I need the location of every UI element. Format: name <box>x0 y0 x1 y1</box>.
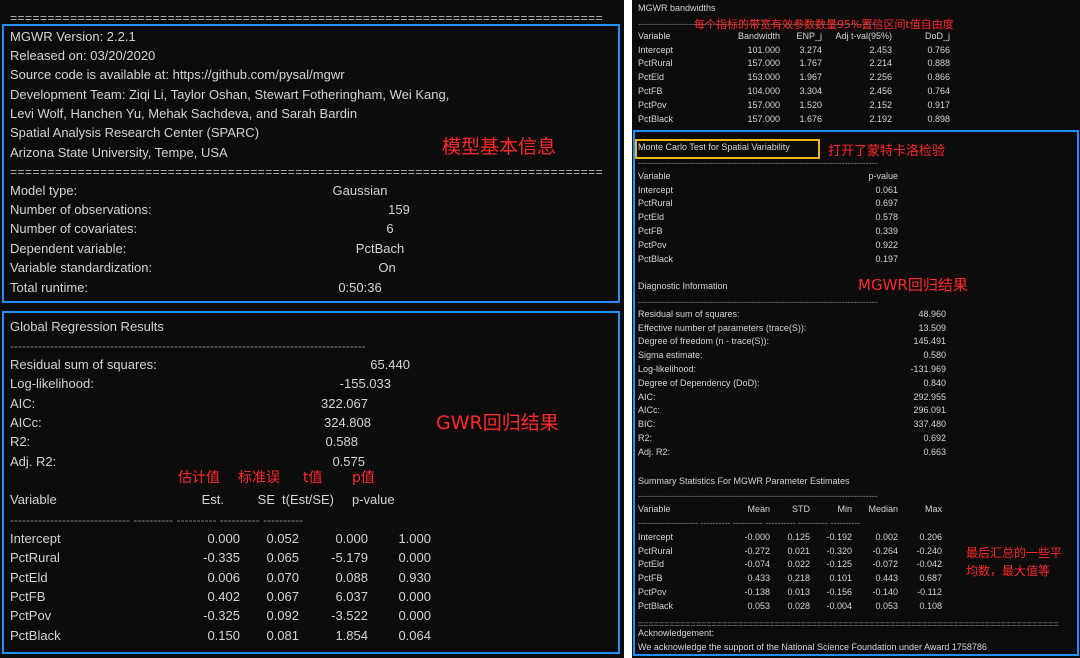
bw-enp: 3.304 <box>799 86 822 97</box>
bw-adjt: 2.214 <box>869 58 892 69</box>
table-row: PctFB 104.000 3.304 2.456 0.764 <box>638 84 950 98</box>
annotation-basic-info: 模型基本信息 <box>442 136 557 158</box>
bw-adjt: 2.453 <box>869 44 892 55</box>
annotation-se: 标准误 <box>238 470 280 486</box>
bw-dod: 0.764 <box>927 86 950 97</box>
annotation-est: 估计值 <box>178 470 220 486</box>
bw-bandwidth: 101.000 <box>747 44 780 55</box>
annotation-summary-2: 均数，最大值等 <box>966 564 1051 578</box>
bw-bandwidth: 157.000 <box>747 99 780 110</box>
table-row: PctEld 153.000 1.967 2.256 0.866 <box>638 70 950 84</box>
table-row: PctPov 157.000 1.520 2.152 0.917 <box>638 98 950 112</box>
bw-enp: 3.274 <box>799 44 822 55</box>
bw-dod: 0.917 <box>927 99 950 110</box>
bandwidths-title: MGWR bandwidths <box>638 3 716 13</box>
bw-variable: PctEld <box>638 72 665 83</box>
bw-dod: 0.888 <box>927 58 950 69</box>
annotation-monte-carlo: 打开了蒙特卡洛检验 <box>828 144 946 159</box>
bw-adjt: 2.456 <box>869 86 892 97</box>
bandwidths-table: Variable Bandwidth ENP_j Adj t-val(95%) … <box>638 29 950 126</box>
bw-variable: PctPov <box>638 99 667 110</box>
annotation-summary-1: 最后汇总的一些平 <box>966 546 1063 560</box>
bw-enp: 1.967 <box>799 72 822 83</box>
bw-dod: 0.866 <box>927 72 950 83</box>
annotation-p: p值 <box>352 470 375 486</box>
bw-bandwidth: 157.000 <box>747 113 780 124</box>
bw-enp: 1.676 <box>799 113 822 124</box>
bw-bandwidth: 153.000 <box>747 72 780 83</box>
bw-adjt: 2.256 <box>869 72 892 83</box>
bw-dod: 0.898 <box>927 113 950 124</box>
annotation-t: t值 <box>303 470 323 486</box>
left-console-window: ========================================… <box>0 0 624 658</box>
bw-bandwidth: 104.000 <box>747 86 780 97</box>
separator-line: ========================================… <box>10 12 604 24</box>
bw-adjt: 2.192 <box>869 113 892 124</box>
bw-variable: Intercept <box>638 44 674 55</box>
right-console-window: MGWR bandwidths ------------------------… <box>632 0 1080 658</box>
bw-variable: PctFB <box>638 86 663 97</box>
annotation-mgwr-result: MGWR回归结果 <box>858 276 968 294</box>
bw-variable: PctBlack <box>638 113 674 124</box>
basic-info-highlight-box <box>2 24 620 303</box>
annotation-gwr-result: GWR回归结果 <box>436 412 559 434</box>
table-row: PctRural 157.000 1.767 2.214 0.888 <box>638 57 950 71</box>
bw-bandwidth: 157.000 <box>747 58 780 69</box>
bw-enp: 1.520 <box>799 99 822 110</box>
bw-variable: PctRural <box>638 58 673 69</box>
table-row: PctBlack 157.000 1.676 2.192 0.898 <box>638 112 950 126</box>
bw-adjt: 2.152 <box>869 99 892 110</box>
table-row: Intercept 101.000 3.274 2.453 0.766 <box>638 43 950 57</box>
bw-enp: 1.767 <box>799 58 822 69</box>
bw-dod: 0.766 <box>927 44 950 55</box>
annotation-bandwidth-cols: 每个指标的带宽有效参数数量95%置信区间t值自由度 <box>694 18 954 31</box>
